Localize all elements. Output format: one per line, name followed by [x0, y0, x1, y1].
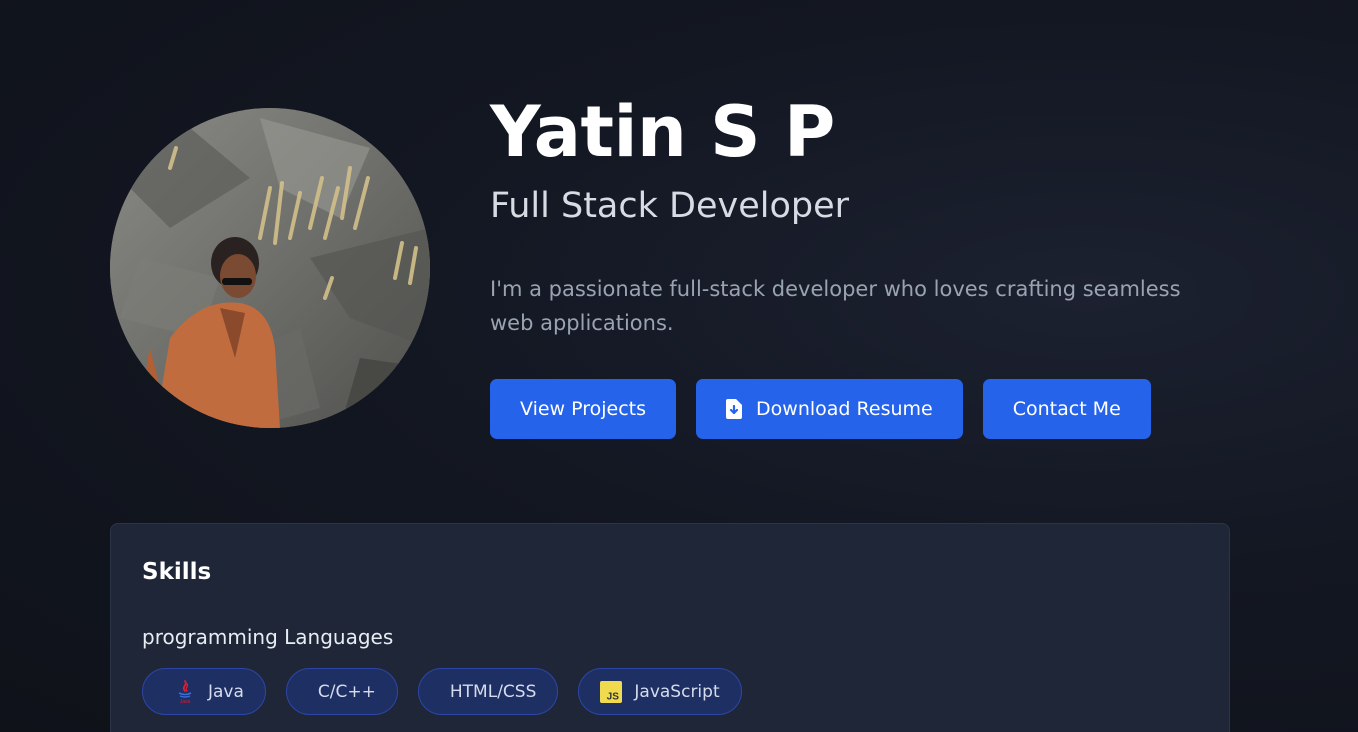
profile-bio: I'm a passionate full-stack developer wh… — [490, 277, 1181, 335]
skill-chip-label: Java — [208, 681, 244, 702]
skill-chip-label: HTML/CSS — [449, 681, 537, 702]
contact-me-label: Contact Me — [1012, 398, 1121, 420]
skill-chip-html-css[interactable]: HTML/CSS — [417, 668, 559, 715]
hero-actions: View Projects Download Resume Contact Me — [490, 379, 1270, 439]
skills-chip-list: Java Java C/C++ HTML/CSS JS JavaScript — [142, 668, 1198, 715]
skill-chip-label: C/C++ — [317, 681, 376, 702]
skill-chip-cpp[interactable]: C/C++ — [285, 668, 398, 715]
contact-me-button[interactable]: Contact Me — [982, 379, 1151, 439]
svg-text:JS: JS — [607, 691, 620, 702]
view-projects-label: View Projects — [520, 398, 647, 420]
file-download-icon — [726, 399, 743, 419]
skill-chip-label: JavaScript — [634, 681, 720, 702]
skill-chip-java[interactable]: Java Java — [142, 668, 266, 715]
skills-card: Skills programming Languages Java Java C… — [110, 523, 1230, 732]
javascript-icon: JS — [600, 680, 623, 704]
java-icon: Java — [174, 679, 196, 704]
view-projects-button[interactable]: View Projects — [490, 379, 677, 439]
profile-name: Yatin S P — [490, 91, 835, 173]
profile-photo-image — [110, 108, 430, 428]
profile-role: Full Stack Developer — [490, 186, 850, 226]
download-resume-label: Download Resume — [756, 398, 933, 420]
download-resume-button[interactable]: Download Resume — [696, 379, 963, 439]
skills-title: Skills — [142, 559, 212, 585]
hero-section: Yatin S P Full Stack Developer I'm a pas… — [490, 88, 1270, 439]
profile-photo — [110, 108, 430, 428]
skill-chip-javascript[interactable]: JS JavaScript — [578, 668, 742, 715]
portfolio-page: Yatin S P Full Stack Developer I'm a pas… — [0, 0, 1358, 732]
skills-category-title: programming Languages — [142, 625, 394, 649]
svg-text:Java: Java — [180, 699, 191, 704]
